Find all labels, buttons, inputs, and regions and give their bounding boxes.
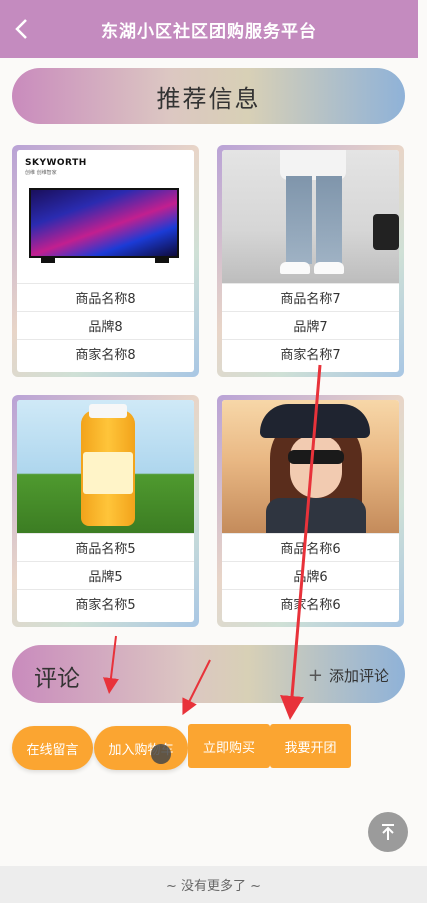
product-merchant: 商家名称5 (17, 589, 194, 617)
product-card[interactable]: SKYWORTH 创维 创维智家 商品名称8 品牌8 商家名称8 (12, 145, 199, 377)
arrow-up-icon (382, 824, 394, 840)
product-brand: 品牌7 (222, 311, 399, 339)
recommend-title: 推荐信息 (156, 84, 261, 113)
product-name: 商品名称6 (222, 533, 399, 561)
touch-indicator (151, 744, 171, 764)
product-brand: 品牌6 (222, 561, 399, 589)
brand-logo: SKYWORTH (25, 158, 87, 168)
comments-banner: 评论 + 添加评论 (12, 645, 405, 703)
product-card[interactable]: 商品名称6 品牌6 商家名称6 (217, 395, 404, 627)
scroll-top-button[interactable] (368, 812, 408, 852)
page: 东湖小区社区团购服务平台 推荐信息 SKYWORTH 创维 创维智家 商品名称8… (0, 0, 427, 903)
product-card[interactable]: 商品名称5 品牌5 商家名称5 (12, 395, 199, 627)
header-bar: 东湖小区社区团购服务平台 (0, 0, 418, 58)
product-name: 商品名称5 (17, 533, 194, 561)
product-merchant: 商家名称6 (222, 589, 399, 617)
comments-title: 评论 (34, 666, 80, 692)
buy-now-button[interactable]: 立即购买 (188, 724, 270, 768)
product-merchant: 商家名称8 (17, 339, 194, 367)
footer-text: ~ 没有更多了 ~ (165, 879, 262, 894)
product-merchant: 商家名称7 (222, 339, 399, 367)
end-of-list-footer: ~ 没有更多了 ~ (0, 866, 427, 903)
product-image[interactable] (222, 150, 399, 283)
online-message-button[interactable]: 在线留言 (12, 726, 93, 770)
product-image[interactable] (222, 400, 399, 533)
product-image[interactable]: SKYWORTH 创维 创维智家 (17, 150, 194, 283)
product-brand: 品牌5 (17, 561, 194, 589)
product-brand: 品牌8 (17, 311, 194, 339)
page-title: 东湖小区社区团购服务平台 (101, 21, 317, 42)
add-comment-button[interactable]: + 添加评论 (308, 665, 389, 686)
add-comment-label: 添加评论 (328, 667, 389, 685)
product-card[interactable]: 商品名称7 品牌7 商家名称7 (217, 145, 404, 377)
brand-logo-subtitle: 创维 创维智家 (25, 170, 57, 176)
product-name: 商品名称7 (222, 283, 399, 311)
chevron-left-icon[interactable] (14, 18, 30, 40)
tv-screen-image (29, 188, 179, 258)
plus-icon: + (307, 665, 323, 686)
product-name: 商品名称8 (17, 283, 194, 311)
add-to-cart-button[interactable]: 加入购物车 (94, 726, 188, 770)
recommend-banner: 推荐信息 (12, 68, 405, 124)
start-group-buy-button[interactable]: 我要开团 (270, 724, 351, 768)
product-image[interactable] (17, 400, 194, 533)
